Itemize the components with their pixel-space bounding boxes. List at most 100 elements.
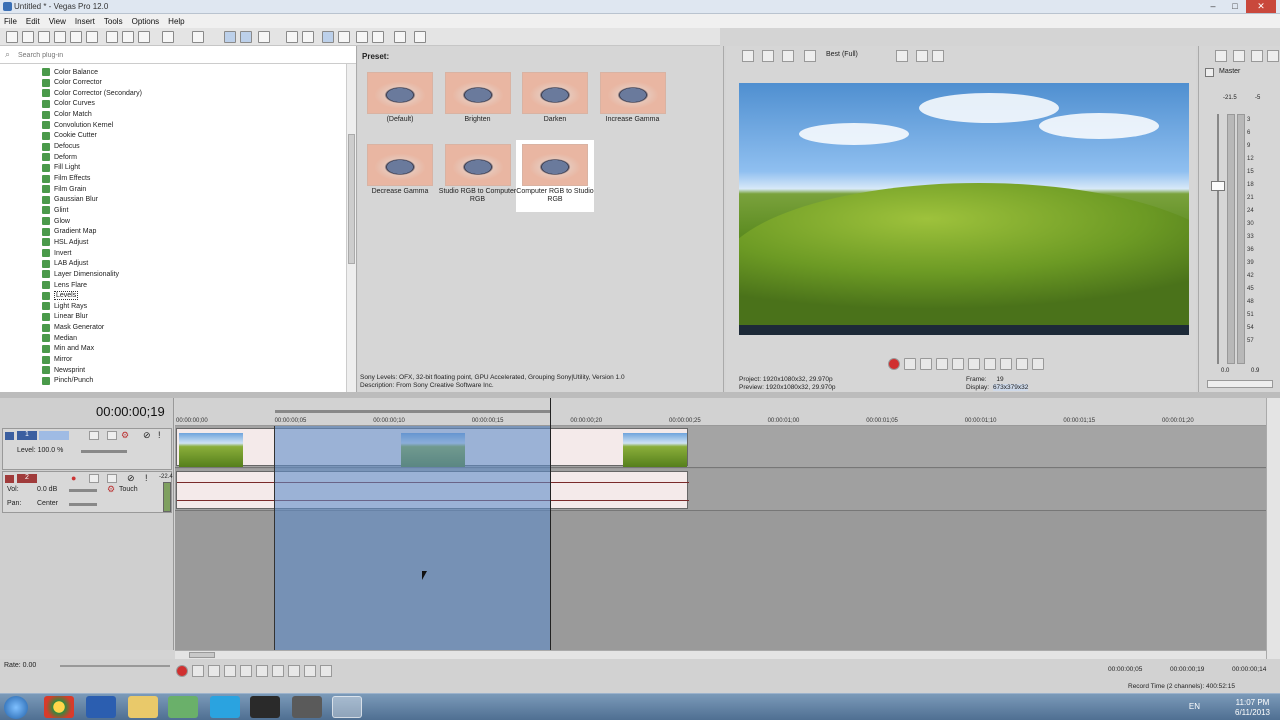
auto-crossfade-icon[interactable] [302,31,314,43]
audio-track-mute-icon[interactable]: ⊘ [127,473,135,484]
master-properties-icon[interactable] [1215,50,1227,62]
menu-insert[interactable]: Insert [75,17,95,26]
go-to-start-icon[interactable] [984,358,996,370]
markers-icon[interactable] [372,31,384,43]
preview-properties-icon[interactable] [742,50,754,62]
plugin-tree-item[interactable]: Mask Generator [42,323,104,333]
play-icon[interactable] [224,665,236,677]
plugin-tree-item[interactable]: Cookie Cutter [42,131,97,141]
master-dim-icon[interactable] [1267,50,1279,62]
timeline-vertical-scrollbar[interactable] [1266,398,1280,659]
plugin-tree-item[interactable]: Linear Blur [42,312,88,322]
preset-item[interactable]: Studio RGB to Computer RGB [439,140,517,212]
preset-item[interactable]: Decrease Gamma [361,140,439,212]
go-to-end-icon[interactable] [1000,358,1012,370]
clock[interactable]: 11:07 PM 6/11/2013 [1235,698,1270,718]
overlays-icon[interactable] [896,50,908,62]
preset-item[interactable]: Computer RGB to Studio RGB [516,140,594,212]
copy-snapshot-icon[interactable] [916,50,928,62]
plugin-tree-item[interactable]: Gaussian Blur [42,195,98,205]
timeline-tracks[interactable] [175,398,1266,650]
rate-slider[interactable] [60,665,170,667]
previous-frame-icon[interactable] [1016,358,1028,370]
render-icon[interactable] [70,31,82,43]
plugin-tree-item[interactable]: Convolution Kernel [42,120,113,130]
save-as-icon[interactable] [54,31,66,43]
plugin-tree-item[interactable]: Mirror [42,355,72,365]
menu-options[interactable]: Options [132,17,160,26]
save-snapshot-icon[interactable] [932,50,944,62]
video-track-fx-icon[interactable]: ⚙ [121,431,131,440]
plugin-tree-item[interactable]: Invert [42,248,72,258]
plugin-tree-item[interactable]: Layer Dimensionality [42,269,119,279]
plugin-tree-item[interactable]: Fill Light [42,163,80,173]
stop-icon[interactable] [256,665,268,677]
plugin-tree-item[interactable]: Color Curves [42,99,95,109]
plugin-tree-item[interactable]: Lens Flare [42,280,87,290]
open-icon[interactable] [22,31,34,43]
stop-icon[interactable] [968,358,980,370]
maximize-button[interactable]: □ [1224,0,1246,13]
monitor-app-icon[interactable] [292,696,322,718]
plugin-tree-item[interactable]: Gradient Map [42,227,96,237]
external-monitor-icon[interactable] [762,50,774,62]
skype-icon[interactable] [210,696,240,718]
play-from-start-icon[interactable] [208,665,220,677]
video-track-composite-icon[interactable] [107,431,117,440]
properties-icon[interactable] [86,31,98,43]
plugin-tree-item[interactable]: Color Balance [42,67,98,77]
menu-file[interactable]: File [4,17,17,26]
record-icon[interactable] [176,665,188,677]
preview-quality-dropdown[interactable]: Best (Full) [826,51,858,58]
scrollbar-thumb[interactable] [189,652,215,658]
plugin-tree-item[interactable]: Color Corrector (Secondary) [42,88,142,98]
chrome-icon[interactable] [44,696,74,718]
plugin-manager-icon[interactable] [394,31,406,43]
loop-icon[interactable] [904,358,916,370]
close-button[interactable]: ✕ [1246,0,1276,13]
menu-tools[interactable]: Tools [104,17,123,26]
scrollbar-thumb[interactable] [348,134,355,264]
master-fader[interactable] [1211,181,1225,191]
redo-icon[interactable] [192,31,204,43]
preset-item[interactable]: Brighten [439,68,517,140]
plugin-tree-item[interactable]: Median [42,333,77,343]
master-downmix-icon[interactable] [1251,50,1263,62]
plugin-tree-item[interactable]: Pinch/Punch [42,376,93,386]
arm-record-icon[interactable]: ● [71,473,76,483]
video-track-mute-icon[interactable]: ⊘ [143,431,153,440]
menu-help[interactable]: Help [168,17,184,26]
next-frame-icon[interactable] [320,665,332,677]
lock-envelopes-icon[interactable] [338,31,350,43]
time-selection[interactable] [274,426,551,650]
loop-icon[interactable] [192,665,204,677]
plugin-tree-item[interactable]: Light Rays [42,301,87,311]
language-indicator[interactable]: EN [1189,702,1200,711]
plugin-tree-item[interactable]: Color Corrector [42,78,102,88]
selection-tool-icon[interactable] [258,31,270,43]
plugin-tree-item[interactable]: LAB Adjust [42,259,88,269]
timeline-ruler[interactable]: 00:00:00;00 00:00:00;05 00:00:00;10 00:00:0… [175,398,1266,426]
word-icon[interactable] [86,696,116,718]
preview-fx-icon[interactable] [782,50,794,62]
plugin-tree-scrollbar[interactable] [346,64,356,392]
play-icon[interactable] [936,358,948,370]
audio-track-fx-icon[interactable] [89,474,99,483]
master-fx-icon[interactable] [1233,50,1245,62]
automation-mode[interactable]: Touch [119,486,138,493]
media-app-icon[interactable] [168,696,198,718]
plugin-tree-item[interactable]: Newsprint [42,365,85,375]
master-balance-slider[interactable] [1207,380,1273,388]
preset-item[interactable]: Darken [516,68,594,140]
save-icon[interactable] [38,31,50,43]
plugin-tree-item[interactable]: HSL Adjust [42,237,88,247]
start-button[interactable] [4,696,28,719]
audio-input-icon[interactable] [107,474,117,483]
playhead[interactable] [550,398,551,650]
ripple-edit-icon[interactable] [322,31,334,43]
new-icon[interactable] [6,31,18,43]
record-icon[interactable] [888,358,900,370]
menu-view[interactable]: View [49,17,66,26]
pause-icon[interactable] [240,665,252,677]
plugin-tree-item[interactable]: Min and Max [42,344,94,354]
